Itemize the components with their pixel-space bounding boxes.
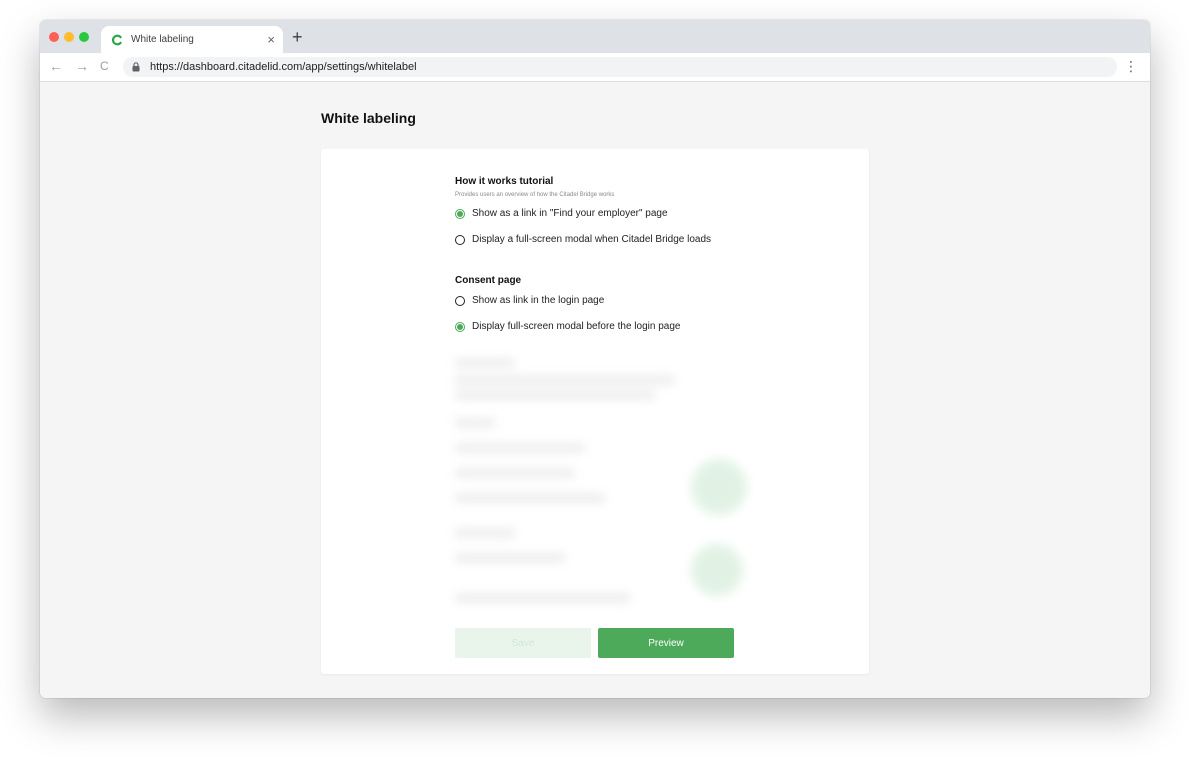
consent-section-title: Consent page [455, 275, 522, 286]
citadel-logo-icon [112, 34, 122, 45]
page-content: White labeling How it works tutorial Pro… [40, 82, 1150, 698]
radio-label: Show as link in the login page [472, 295, 605, 306]
browser-tab[interactable]: White labeling × [101, 26, 283, 53]
consent-option-modal[interactable]: Display full-screen modal before the log… [455, 321, 680, 332]
back-arrow-icon[interactable]: ← [49, 59, 63, 73]
tutorial-section-subtitle: Provides users an overview of how the Ci… [455, 192, 615, 198]
forward-arrow-icon[interactable]: → [75, 59, 89, 73]
url-text: https://dashboard.citadelid.com/app/sett… [150, 61, 417, 73]
page-title: White labeling [321, 110, 416, 126]
minimize-window-button[interactable] [64, 32, 74, 42]
lock-icon [132, 62, 140, 72]
reload-icon[interactable]: C [100, 59, 109, 73]
preview-button[interactable]: Preview [598, 628, 734, 658]
tab-title: White labeling [131, 34, 194, 45]
tutorial-option-link[interactable]: Show as a link in "Find your employer" p… [455, 208, 668, 219]
maximize-window-button[interactable] [79, 32, 89, 42]
close-window-button[interactable] [49, 32, 59, 42]
radio-selected-icon[interactable] [455, 321, 465, 332]
settings-card: How it works tutorial Provides users an … [321, 149, 869, 674]
radio-selected-icon[interactable] [455, 208, 465, 219]
browser-window: White labeling × + ← → C https://dashboa… [40, 20, 1150, 698]
browser-menu-icon[interactable]: ⋮ [1124, 59, 1138, 73]
radio-label: Show as a link in "Find your employer" p… [472, 208, 668, 219]
address-bar[interactable]: https://dashboard.citadelid.com/app/sett… [123, 57, 1117, 77]
consent-option-link[interactable]: Show as link in the login page [455, 295, 604, 306]
save-button[interactable]: Save [455, 628, 591, 658]
radio-unselected-icon[interactable] [455, 295, 465, 306]
new-tab-button[interactable]: + [292, 28, 303, 46]
browser-toolbar: ← → C https://dashboard.citadelid.com/ap… [40, 53, 1150, 82]
tutorial-section-title: How it works tutorial [455, 176, 554, 187]
tutorial-option-modal[interactable]: Display a full-screen modal when Citadel… [455, 234, 711, 245]
blurred-settings-area [455, 354, 755, 619]
radio-label: Display a full-screen modal when Citadel… [472, 234, 712, 245]
radio-label: Display full-screen modal before the log… [472, 321, 681, 332]
radio-unselected-icon[interactable] [455, 234, 465, 245]
tab-strip: White labeling × + [40, 20, 1150, 53]
close-tab-icon[interactable]: × [267, 33, 275, 46]
